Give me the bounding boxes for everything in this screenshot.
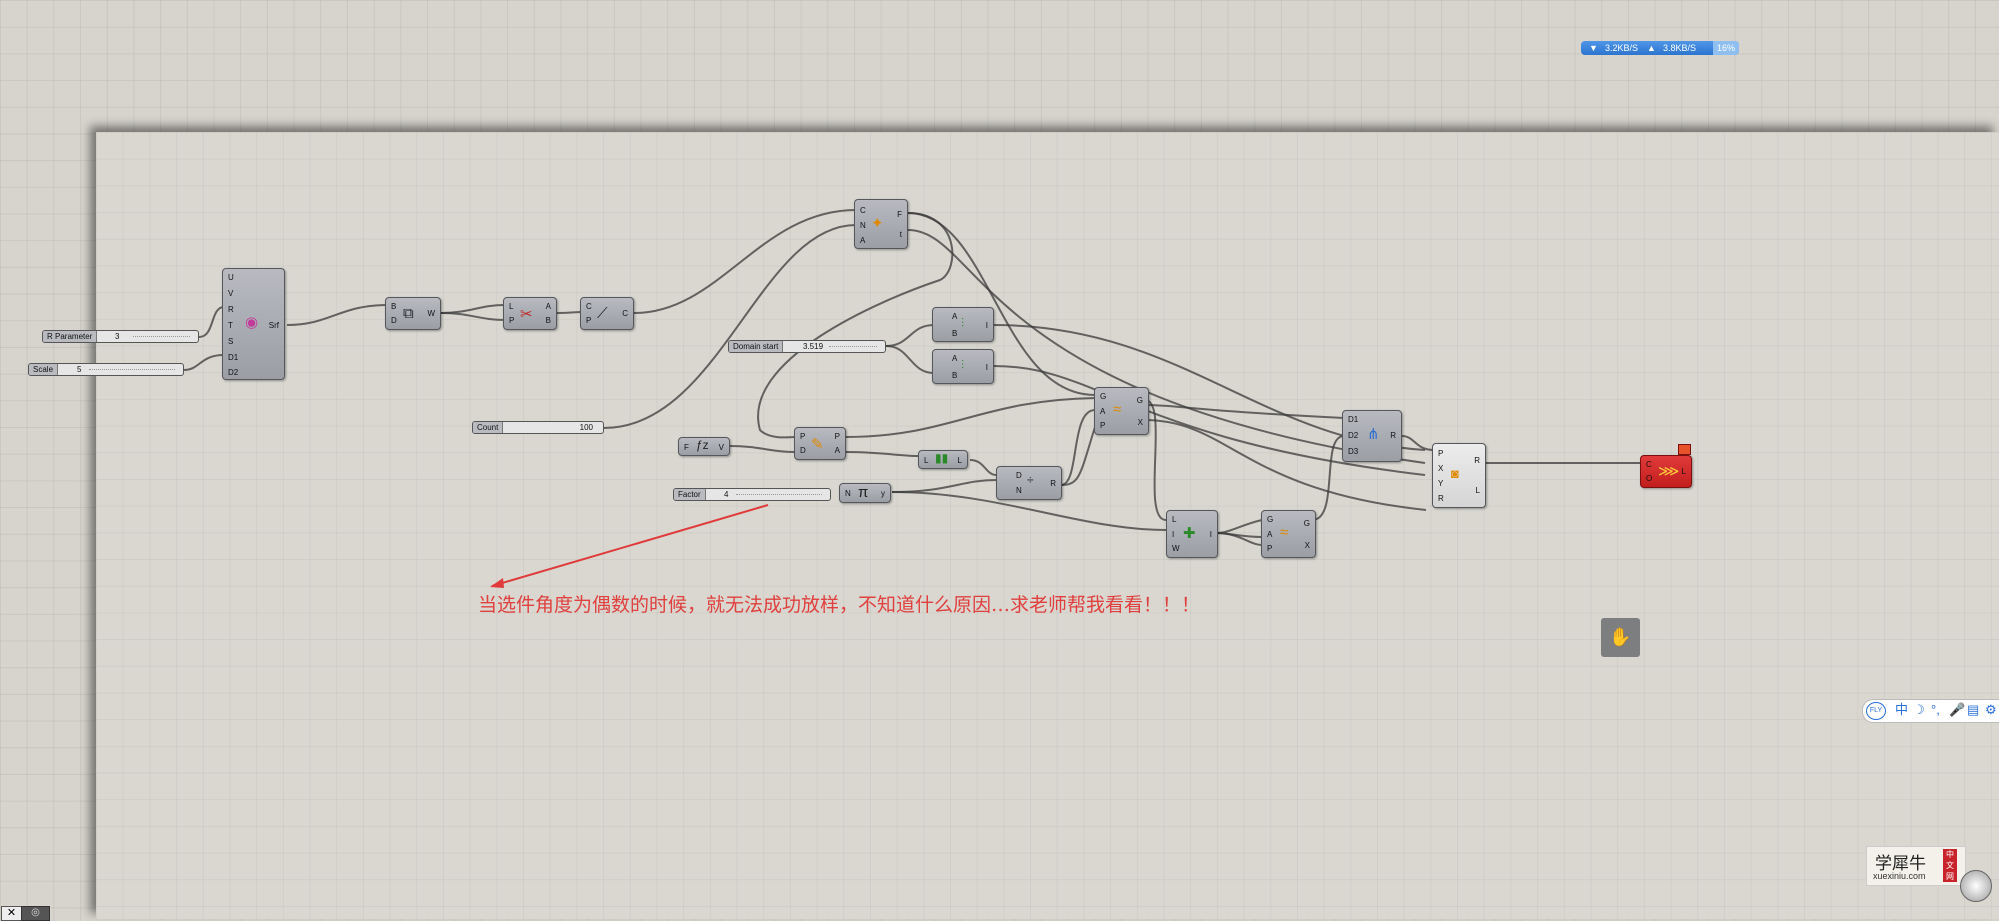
range-icon: ⫶ [961,358,965,372]
insert-icon: ✚ [1183,525,1196,542]
wire [845,397,1096,438]
wire [885,324,935,347]
slider-value: 4 [724,490,729,499]
factor-slider[interactable]: Factor 4 [673,488,831,501]
slider-value: 5 [77,365,82,374]
expression-component[interactable]: F ƒz V [678,437,730,456]
evaluate-component-2[interactable]: A B ⫶ I [932,349,994,384]
slider-value: 3.519 [803,342,824,351]
explode-icon: ✂ [520,306,533,323]
wire [885,345,935,374]
wire [556,311,583,314]
navigation-wheel-icon[interactable] [1960,870,1992,902]
cpu-percent: 16% [1713,41,1739,55]
wire [440,304,506,314]
wire [969,459,998,476]
annotation-text: 当选件角度为偶数的时候，就无法成功放样，不知道什么原因…求老师帮我看看！！！ [478,594,1201,616]
slider-label: Domain start [729,341,784,352]
pi-component[interactable]: N π y [839,483,891,503]
division-icon: ÷ [1027,473,1034,487]
ime-punct-icon[interactable]: °, [1931,700,1940,720]
function-icon: ƒz [696,438,709,452]
wire [891,479,998,493]
download-speed: 3.2KB/S [1605,43,1639,53]
wire [286,304,388,326]
merge-component[interactable]: D1 D2 D3 ⋔ R [1342,410,1402,462]
watermark-badge: 中文网 [1943,849,1957,882]
evaluate-component-1[interactable]: A B ⫶ I [932,307,994,342]
wire [845,451,919,457]
wire [1060,409,1096,486]
wire [1215,519,1263,534]
range-icon: ⫶ [961,316,965,330]
xuexiniu-watermark: 学犀牛 xuexiniu.com 中文网 [1866,846,1966,886]
graft-icon: ≈ [1280,524,1289,541]
curve-component[interactable]: C P ⟋ C [580,297,634,330]
insert-items-component[interactable]: L I W ✚ I [1166,510,1218,558]
surface-component[interactable]: U V R T S D1 D2 ◉ Srf [222,268,285,380]
merge-icon: ⋔ [1367,426,1380,443]
wire [603,224,857,429]
wire [729,445,796,453]
download-arrow-icon: ▼ [1589,43,1598,53]
sweep-error-component[interactable]: C O ⋙ L [1640,444,1692,488]
network-speed-indicator: ▼ 3.2KB/S ▲ 3.8KB/S 16% [1581,41,1739,55]
slider-label: Factor [674,489,706,500]
r-parameter-slider[interactable]: R Parameter 3 [42,330,199,343]
wire [183,354,225,371]
ime-toolbar[interactable]: FLY 中 ☽ °, 🎤 ▤ ⚙ [1862,699,1999,723]
rotate-icon: ✎ [811,436,824,453]
watermark-site: xuexiniu.com [1873,871,1926,881]
ime-moon-icon[interactable]: ☽ [1913,700,1925,720]
slider-label: R Parameter [43,331,98,342]
rotate-component[interactable]: P D ✎ P A [794,427,846,460]
wire [633,209,857,314]
wire [440,312,506,321]
sweep-icon: ⋙ [1658,463,1680,480]
graft-component-1[interactable]: G A P ≈ G X [1094,387,1149,435]
slider-label: Count [473,422,504,433]
wire [198,306,225,338]
slider-label: Scale [29,364,59,375]
scale-slider[interactable]: Scale 5 [28,363,184,376]
graph-icon: ▮▮ [935,451,949,465]
explode-component[interactable]: L P ✂ A B [503,297,557,330]
hand-icon[interactable]: ✋ [1601,618,1640,657]
ime-chinese-mode[interactable]: 中 [1895,700,1908,720]
loft-component[interactable]: P X Y R ◙ R L [1432,443,1486,508]
curve-icon: ⟋ [597,305,608,322]
weave-component[interactable]: B D ⧉ W [385,297,441,330]
error-balloon-icon [1678,444,1691,455]
wire [1144,404,1345,419]
count-slider[interactable]: Count 100 [472,421,604,434]
graft-component-2[interactable]: G A P ≈ G X [1261,510,1316,558]
divide-curve-component[interactable]: C N A ✦ F t [854,199,908,249]
surface-icon: ◉ [245,314,259,331]
loft-icon: ◙ [1451,466,1459,481]
wire-layer [183,209,1642,588]
ime-settings-icon[interactable]: ⚙ [1985,700,1997,720]
series-component[interactable]: L ▮▮ L [918,450,968,469]
slider-value: 3 [115,332,120,341]
dispatch-component[interactable]: D N ÷ R [996,466,1062,500]
upload-speed: 3.8KB/S [1663,43,1697,53]
box-icon: ⧉ [403,305,414,322]
graft-icon: ≈ [1113,401,1122,418]
divide-icon: ✦ [871,215,884,232]
ime-keyboard-icon[interactable]: ▤ [1967,700,1979,720]
pi-icon: π [858,484,869,501]
upload-arrow-icon: ▲ [1647,43,1656,53]
ime-mic-icon[interactable]: 🎤 [1949,700,1965,720]
domain-start-slider[interactable]: Domain start 3.519 [728,340,886,353]
slider-value: 100 [579,423,593,432]
ime-brand[interactable]: FLY [1866,702,1886,720]
